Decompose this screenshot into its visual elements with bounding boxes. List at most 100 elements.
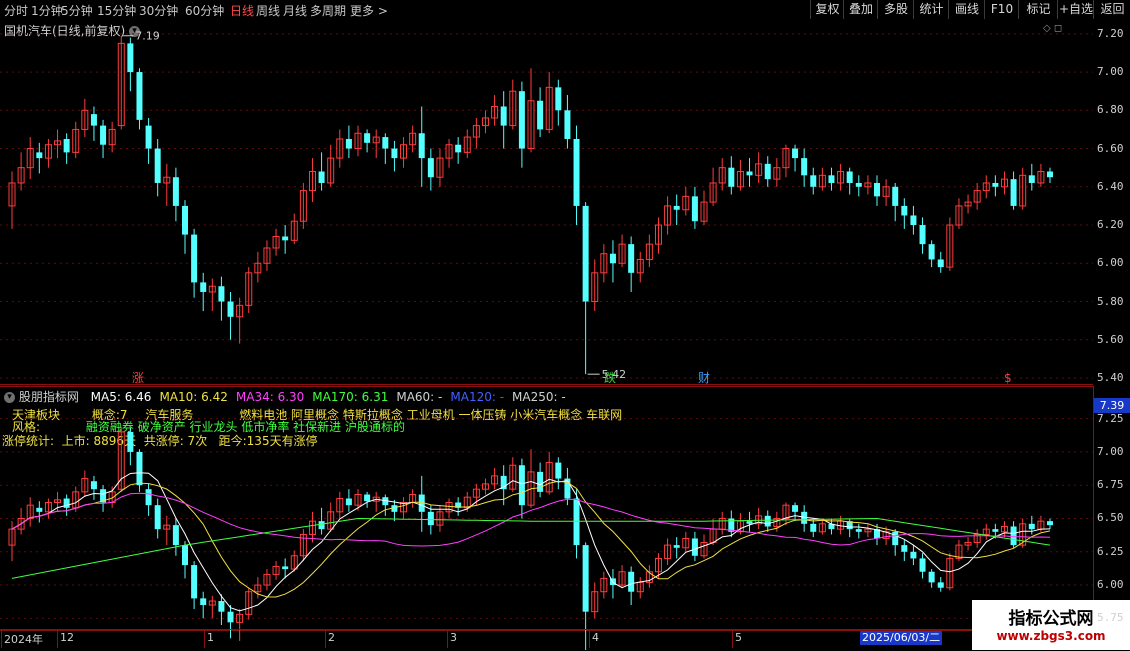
main-candle-down xyxy=(282,236,289,241)
ma170-line xyxy=(11,517,1051,579)
sub-candle-down xyxy=(182,545,188,566)
sub-candle-down xyxy=(36,507,43,512)
main-candle-down xyxy=(609,253,616,264)
main-candle-down xyxy=(364,133,371,143)
x-label-4: 3 xyxy=(450,631,457,644)
event-mark-0: 涨 xyxy=(132,370,144,385)
sub-candle-down xyxy=(892,531,899,546)
main-candle-down xyxy=(628,244,635,273)
cursor-date: 2025/06/03/二 xyxy=(860,631,943,645)
x-label-1: 12 xyxy=(60,631,74,644)
main-candle-down xyxy=(919,225,926,245)
x-tick-mark xyxy=(732,630,733,648)
main-candle-down xyxy=(382,137,389,149)
main-candle-down xyxy=(191,234,198,283)
main-candle-down xyxy=(318,171,325,183)
main-candle-down xyxy=(673,205,680,210)
sub-y-tick-1: 7.00 xyxy=(1097,444,1124,458)
main-candle-down xyxy=(63,138,70,153)
sub-candle-down xyxy=(127,431,134,452)
sub-candle-down xyxy=(746,521,753,524)
main-candle-down xyxy=(573,138,580,206)
sub-candle-down xyxy=(928,571,935,583)
main-candle-down xyxy=(746,171,753,176)
main-candle-down xyxy=(136,72,143,120)
x-label-3: 2 xyxy=(328,631,335,644)
sub-candle-down xyxy=(90,481,97,490)
main-y-tick-6: 6.00 xyxy=(1097,256,1124,270)
main-candle-down xyxy=(36,152,43,159)
sub-candle-down xyxy=(628,571,635,592)
main-candle-down xyxy=(100,125,107,145)
sub-candle-down xyxy=(345,498,352,506)
main-candle-down xyxy=(455,144,462,153)
sub-candle-down xyxy=(910,551,917,559)
main-candle-down xyxy=(564,110,571,139)
main-candle-down xyxy=(810,175,817,187)
sub-candle-down xyxy=(364,494,371,502)
main-y-tick-3: 6.60 xyxy=(1097,141,1124,155)
main-y-tick-8: 5.60 xyxy=(1097,332,1124,346)
sub-candle-down xyxy=(582,545,589,612)
main-candle-down xyxy=(1010,179,1017,206)
sub-candle-down xyxy=(555,462,562,479)
event-mark-2: 财 xyxy=(698,371,710,385)
sub-candle-down xyxy=(427,511,434,526)
main-candle-down xyxy=(792,148,799,159)
main-candle-down xyxy=(182,205,188,235)
main-y-tick-4: 6.40 xyxy=(1097,179,1124,193)
main-candle-down xyxy=(874,182,880,197)
main-candle-down xyxy=(691,196,698,222)
main-candle-down xyxy=(127,43,134,73)
main-candle-down xyxy=(928,244,935,260)
x-label-0: 2024年 xyxy=(4,633,43,646)
main-candle-down xyxy=(154,148,161,183)
main-candle-down xyxy=(500,106,507,126)
x-label-6: 5 xyxy=(735,631,742,644)
sub-candle-down xyxy=(764,515,771,527)
main-y-tick-9: 5.40 xyxy=(1097,371,1124,384)
main-candle-down xyxy=(90,114,97,126)
sub-candle-down xyxy=(937,582,944,588)
main-candle-down xyxy=(992,182,999,187)
x-tick-mark xyxy=(57,630,58,648)
sub-candle-down xyxy=(992,529,999,532)
main-y-tick-5: 6.20 xyxy=(1097,218,1124,232)
x-tick-mark xyxy=(204,630,205,648)
sub-candle-down xyxy=(218,601,225,612)
sub-candle-down xyxy=(919,558,926,572)
main-candle-down xyxy=(910,215,917,226)
main-candle-down xyxy=(892,186,899,206)
sub-y-tick-5: 6.00 xyxy=(1097,578,1124,592)
x-tick-mark xyxy=(589,630,590,648)
main-candle-down xyxy=(145,125,152,149)
x-tick-mark xyxy=(447,630,448,648)
main-candle-down xyxy=(227,301,234,317)
main-candle-down xyxy=(218,286,225,302)
main-candle-down xyxy=(391,148,398,159)
sub-candle-down xyxy=(145,489,152,506)
candlestick-chart[interactable]: 7.195.42涨跌财 $ xyxy=(0,0,1130,650)
sub-candle-down xyxy=(227,611,234,623)
sub-y-tick-6: 5.75 xyxy=(1097,611,1124,625)
sub-candle-down xyxy=(537,471,544,492)
sub-y-tick-0: 7.25 xyxy=(1097,411,1124,425)
main-candle-down xyxy=(855,182,862,187)
main-candle-down xyxy=(846,171,853,183)
x-label-5: 4 xyxy=(592,631,599,644)
event-mark-1: 跌 xyxy=(604,370,616,385)
sub-candle-down xyxy=(136,451,143,486)
main-candle-down xyxy=(901,205,908,216)
sub-candle-down xyxy=(154,505,161,530)
sub-candle-down xyxy=(855,529,862,532)
main-candle-down xyxy=(1047,171,1053,178)
main-candle-down xyxy=(1028,175,1035,183)
main-candle-down xyxy=(427,158,434,178)
main-candle-down xyxy=(801,158,808,176)
sub-candle-down xyxy=(282,566,289,570)
main-candle-down xyxy=(518,91,525,149)
sub-y-tick-3: 6.50 xyxy=(1097,511,1124,525)
sub-candle-down xyxy=(191,565,198,599)
sub-candle-down xyxy=(1047,521,1053,526)
sub-candle-down xyxy=(810,523,817,532)
